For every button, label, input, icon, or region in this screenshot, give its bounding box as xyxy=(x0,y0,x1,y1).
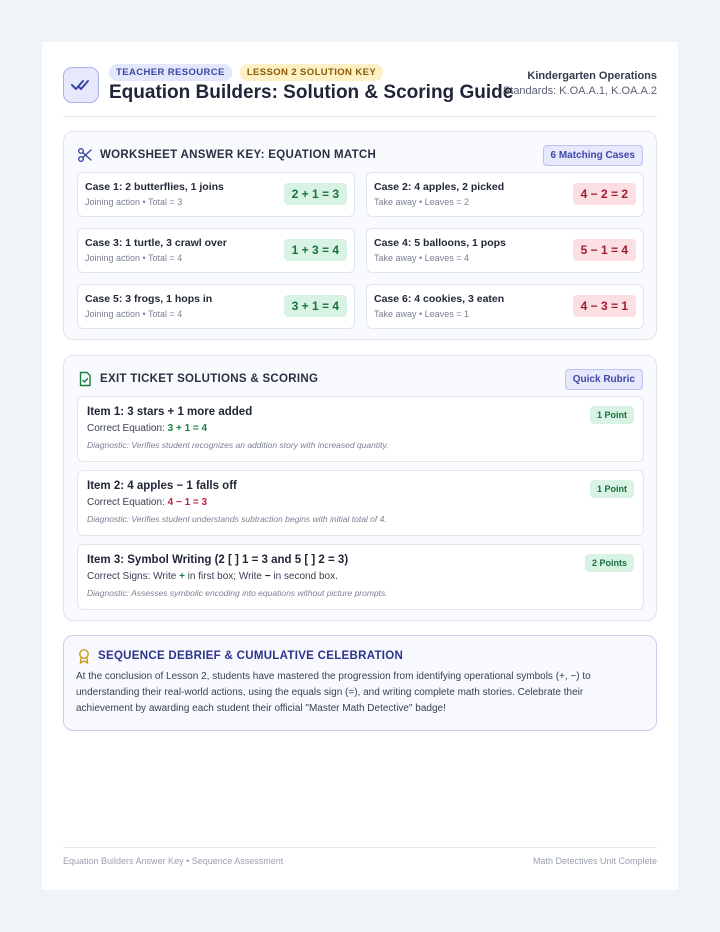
scissors-icon xyxy=(78,148,92,162)
case-equation: 5 − 1 = 4 xyxy=(572,239,636,261)
debrief-section: SEQUENCE DEBRIEF & CUMULATIVE CELEBRATIO… xyxy=(63,635,657,731)
case-card: Case 2: 4 apples, 2 picked Take away • L… xyxy=(366,172,644,217)
case-card: Case 5: 3 frogs, 1 hops in Joining actio… xyxy=(77,284,355,329)
standards-label: Standards: K.OA.A.1, K.OA.A.2 xyxy=(502,85,657,97)
points-badge: 1 Point xyxy=(589,480,634,498)
case-subtitle: Joining action • Total = 3 xyxy=(85,197,183,207)
item-correct: Correct Signs: Write + in first box; Wri… xyxy=(87,571,338,582)
grade-label: Kindergarten Operations xyxy=(527,70,657,82)
case-subtitle: Take away • Leaves = 4 xyxy=(374,253,469,263)
answer-key-page: TEACHER RESOURCE LESSON 2 SOLUTION KEY E… xyxy=(42,42,678,890)
case-equation: 1 + 3 = 4 xyxy=(283,239,347,261)
exit-ticket-section: EXIT TICKET SOLUTIONS & SCORING Quick Ru… xyxy=(63,355,657,621)
case-card: Case 4: 5 balloons, 1 pops Take away • L… xyxy=(366,228,644,273)
debrief-text: At the conclusion of Lesson 2, students … xyxy=(76,671,591,714)
case-equation: 2 + 1 = 3 xyxy=(283,183,347,205)
page-title: Equation Builders: Solution & Scoring Gu… xyxy=(109,82,514,103)
points-badge: 1 Point xyxy=(589,406,634,424)
item-diagnostic: Diagnostic: Verifies student understands… xyxy=(87,514,387,524)
quick-rubric-pill: Quick Rubric xyxy=(564,368,643,390)
item-title: Item 1: 3 stars + 1 more added xyxy=(87,406,253,418)
item-diagnostic: Diagnostic: Verifies student recognizes … xyxy=(87,440,389,450)
case-title: Case 1: 2 butterflies, 1 joins xyxy=(85,181,224,193)
case-title: Case 3: 1 turtle, 3 crawl over xyxy=(85,237,227,249)
case-card: Case 6: 4 cookies, 3 eaten Take away • L… xyxy=(366,284,644,329)
case-card: Case 1: 2 butterflies, 1 joins Joining a… xyxy=(77,172,355,217)
exit-item: Item 3: Symbol Writing (2 [ ] 1 = 3 and … xyxy=(77,544,644,610)
case-equation: 3 + 1 = 4 xyxy=(283,295,347,317)
item-title: Item 3: Symbol Writing (2 [ ] 1 = 3 and … xyxy=(87,554,349,566)
footer-right: Math Detectives Unit Complete xyxy=(532,856,657,866)
case-equation: 4 − 2 = 2 xyxy=(572,183,636,205)
matching-cases-pill: 6 Matching Cases xyxy=(542,144,643,166)
item-title: Item 2: 4 apples − 1 falls off xyxy=(87,480,237,492)
case-title: Case 5: 3 frogs, 1 hops in xyxy=(85,293,213,305)
header-divider xyxy=(63,116,657,117)
exit-item: Item 1: 3 stars + 1 more added Correct E… xyxy=(77,396,644,462)
award-ribbon-icon xyxy=(79,649,89,664)
footer-divider xyxy=(63,847,657,848)
item-correct: Correct Equation: 4 − 1 = 3 xyxy=(87,497,208,508)
case-title: Case 6: 4 cookies, 3 eaten xyxy=(374,293,505,305)
teacher-resource-badge: TEACHER RESOURCE xyxy=(109,64,232,81)
item-diagnostic: Diagnostic: Assesses symbolic encoding i… xyxy=(87,588,388,598)
case-title: Case 2: 4 apples, 2 picked xyxy=(374,181,505,193)
exit-item: Item 2: 4 apples − 1 falls off Correct E… xyxy=(77,470,644,536)
debrief-heading: SEQUENCE DEBRIEF & CUMULATIVE CELEBRATIO… xyxy=(98,650,404,662)
case-title: Case 4: 5 balloons, 1 pops xyxy=(374,237,506,249)
exit-ticket-heading: EXIT TICKET SOLUTIONS & SCORING xyxy=(100,373,319,385)
document-check-icon xyxy=(79,371,91,387)
case-equation: 4 − 3 = 1 xyxy=(572,295,636,317)
case-card: Case 3: 1 turtle, 3 crawl over Joining a… xyxy=(77,228,355,273)
points-badge: 2 Points xyxy=(584,554,634,572)
case-subtitle: Take away • Leaves = 1 xyxy=(374,309,469,319)
footer-left: Equation Builders Answer Key • Sequence … xyxy=(63,856,284,866)
lesson-badge: LESSON 2 SOLUTION KEY xyxy=(239,64,384,81)
page-header: TEACHER RESOURCE LESSON 2 SOLUTION KEY E… xyxy=(63,64,657,118)
double-check-icon xyxy=(63,67,99,103)
answer-key-section: WORKSHEET ANSWER KEY: EQUATION MATCH 6 M… xyxy=(63,131,657,340)
answer-key-heading: WORKSHEET ANSWER KEY: EQUATION MATCH xyxy=(100,149,377,161)
case-subtitle: Joining action • Total = 4 xyxy=(85,253,183,263)
item-correct: Correct Equation: 3 + 1 = 4 xyxy=(87,423,208,434)
case-subtitle: Take away • Leaves = 2 xyxy=(374,197,469,207)
case-subtitle: Joining action • Total = 4 xyxy=(85,309,183,319)
